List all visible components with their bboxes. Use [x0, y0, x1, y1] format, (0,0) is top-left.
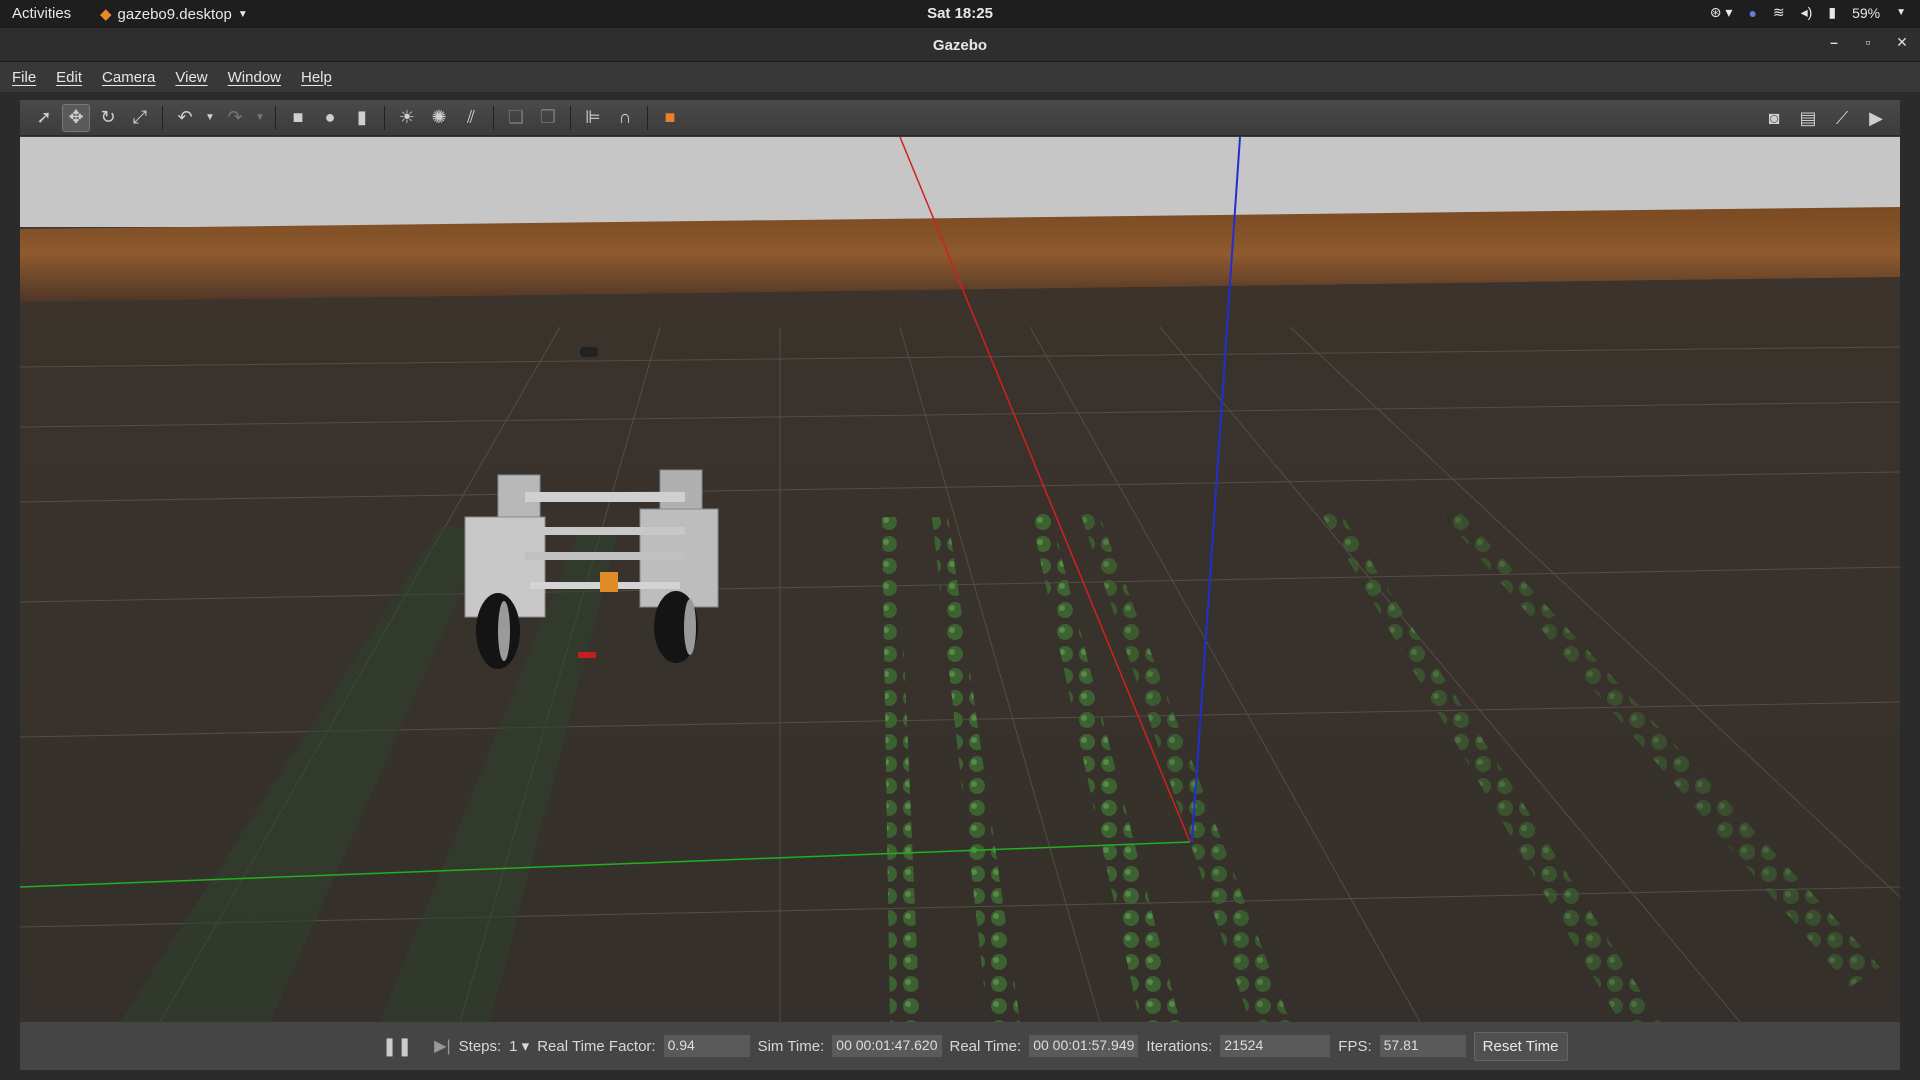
copy-icon[interactable]: ❏ — [502, 104, 530, 132]
battery-icon: ▮ — [1828, 4, 1837, 20]
steps-label: Steps: — [458, 1037, 502, 1055]
screenshot-icon[interactable]: ◙ — [1760, 104, 1788, 132]
redo-history-dropdown[interactable]: ▼ — [253, 104, 267, 132]
translate-icon[interactable]: ✥ — [62, 103, 90, 132]
view-angle-icon[interactable]: ■ — [656, 104, 684, 132]
chevron-down-icon[interactable]: ▼ — [1896, 7, 1906, 18]
status-bar: ❚❚ ▶| Steps: 1 ▾ Real Time Factor: 0.94 … — [20, 1022, 1900, 1070]
system-top-bar: Activities ◆ gazebo9.desktop ▼ Sat 18:25… — [0, 0, 1920, 28]
toolbar-separator — [493, 105, 494, 130]
sim-time-value: 00 00:01:47.620 — [832, 1035, 942, 1057]
iterations-value: 21524 — [1220, 1035, 1331, 1057]
box-icon[interactable]: ■ — [284, 104, 312, 132]
fps-value: 57.81 — [1379, 1035, 1466, 1057]
point-light-icon[interactable]: ☀ — [393, 104, 421, 132]
snap-icon[interactable]: ∩ — [611, 104, 639, 132]
menu-camera[interactable]: Camera — [102, 69, 155, 86]
close-button[interactable]: ✕ — [1894, 34, 1910, 51]
menu-help[interactable]: Help — [301, 69, 332, 86]
reset-time-button[interactable]: Reset Time — [1473, 1031, 1568, 1061]
scene-render — [20, 137, 1900, 1022]
steps-spinbox[interactable]: 1 ▾ — [509, 1037, 529, 1055]
volume-icon: ◂) — [1800, 4, 1813, 20]
battery-percent: 59% — [1852, 4, 1881, 21]
clock[interactable]: Sat 18:25 — [0, 5, 1920, 22]
step-button[interactable]: ▶| — [434, 1036, 450, 1056]
pause-button[interactable]: ❚❚ — [382, 1036, 412, 1057]
log-icon[interactable]: ▤ — [1794, 104, 1822, 132]
toolbar-separator — [647, 105, 648, 130]
real-time-value: 00 00:01:57.949 — [1029, 1035, 1139, 1057]
rtf-value: 0.94 — [663, 1035, 750, 1057]
paste-icon[interactable]: ❐ — [534, 104, 562, 132]
sphere-icon[interactable]: ● — [316, 104, 344, 132]
window-title: Gazebo — [932, 37, 988, 54]
undo-icon[interactable]: ↶ — [171, 104, 199, 132]
window-titlebar[interactable]: Gazebo – ▫ ✕ — [0, 28, 1920, 62]
minimize-button[interactable]: – — [1826, 34, 1842, 51]
user-avatar-icon[interactable]: ● — [1748, 5, 1756, 21]
wifi-icon: ≋ — [1772, 4, 1785, 20]
real-time-label: Real Time: — [949, 1037, 1022, 1055]
scale-icon[interactable]: ⤢ — [126, 104, 154, 132]
fps-label: FPS: — [1338, 1037, 1372, 1055]
rtf-label: Real Time Factor: — [537, 1037, 656, 1055]
main-frame: ➚ ✥ ↻ ⤢ ↶ ▼ ↷ ▼ ■ ● ▮ ☀ ✺ ⫽ ❏ ❐ ⊫ ∩ ■ ◙ … — [20, 100, 1900, 1070]
cylinder-icon[interactable]: ▮ — [348, 104, 376, 132]
menu-edit[interactable]: Edit — [56, 69, 82, 86]
plot-icon[interactable]: ⟋ — [1828, 104, 1856, 132]
iterations-label: Iterations: — [1146, 1037, 1213, 1055]
toolbar-separator — [384, 105, 385, 130]
menu-window[interactable]: Window — [228, 69, 281, 86]
select-icon[interactable]: ➚ — [30, 104, 58, 132]
sim-time-label: Sim Time: — [757, 1037, 825, 1055]
toolbar: ➚ ✥ ↻ ⤢ ↶ ▼ ↷ ▼ ■ ● ▮ ☀ ✺ ⫽ ❏ ❐ ⊫ ∩ ■ ◙ … — [20, 100, 1900, 136]
record-video-icon[interactable]: ▶ — [1862, 104, 1890, 132]
toolbar-separator — [570, 105, 571, 130]
accessibility-icon[interactable]: ⊛ ▾ — [1710, 4, 1733, 21]
maximize-button[interactable]: ▫ — [1860, 34, 1876, 51]
spot-light-icon[interactable]: ✺ — [425, 104, 453, 132]
rotate-icon[interactable]: ↻ — [94, 104, 122, 132]
menu-bar: File Edit Camera View Window Help — [0, 62, 1920, 92]
redo-icon[interactable]: ↷ — [221, 104, 249, 132]
directional-light-icon[interactable]: ⫽ — [457, 104, 485, 132]
toolbar-separator — [275, 105, 276, 130]
3d-viewport[interactable] — [20, 137, 1900, 1022]
menu-view[interactable]: View — [175, 69, 207, 86]
menu-file[interactable]: File — [12, 69, 36, 86]
system-tray[interactable]: ⊛ ▾ ● ≋ ◂) ▮ 59% ▼ — [1710, 4, 1906, 21]
toolbar-separator — [162, 105, 163, 130]
align-icon[interactable]: ⊫ — [579, 104, 607, 132]
undo-history-dropdown[interactable]: ▼ — [203, 104, 217, 132]
